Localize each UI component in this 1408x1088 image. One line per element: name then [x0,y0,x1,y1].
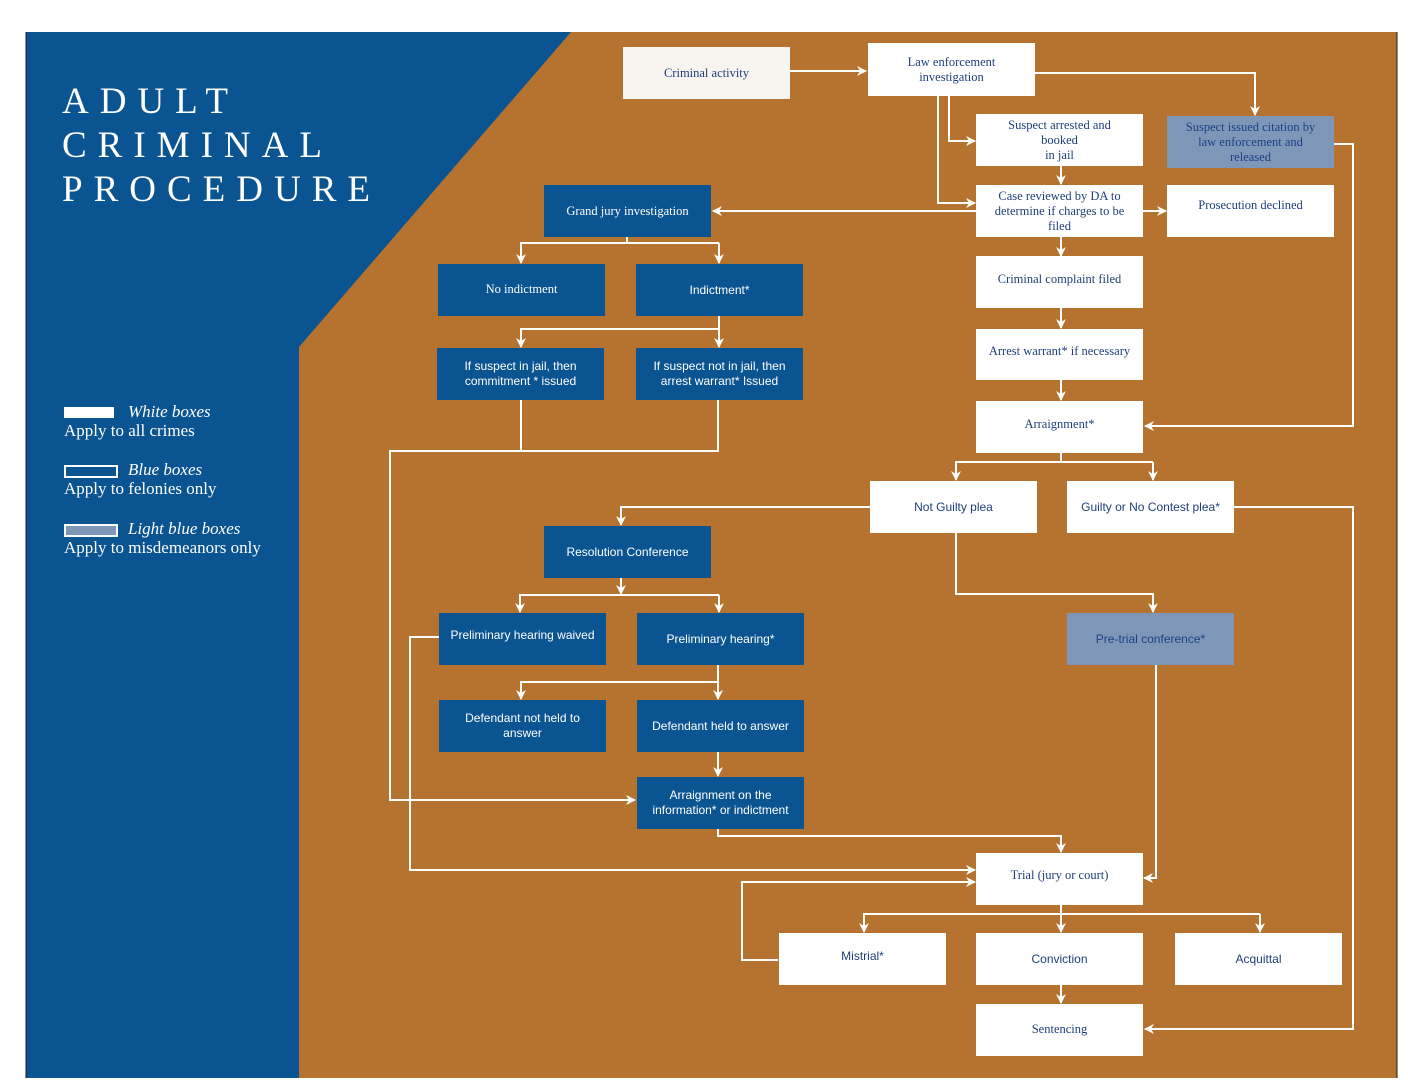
node-suspect-arrested[interactable]: Suspect arrested and booked in jail [976,114,1143,166]
node-indictment[interactable]: Indictment* [636,264,803,316]
node-label: Pre-trial conference* [1095,631,1206,646]
legend-swatch-light-blue [64,524,118,537]
node-label-line: Defendant not held to [465,711,580,725]
node-label: Arraignment* [1024,416,1095,431]
node-arraignment-information[interactable]: Arraignment on the information* or indict… [637,777,804,829]
node-label: Conviction [1031,951,1088,966]
node-label: Trial (jury or court) [1010,867,1109,882]
node-case-reviewed[interactable]: Case reviewed by DA to determine if charg… [976,185,1143,237]
node-criminal-activity[interactable]: Criminal activity [623,47,790,99]
node-label-line: investigation [919,69,984,84]
node-label: Not Guilty plea [914,499,993,514]
node-preliminary-hearing[interactable]: Preliminary hearing* [637,613,804,665]
node-label-line: information* or indictment [652,803,789,817]
node-label-line: Suspect arrested and [1008,117,1111,132]
node-label: Mistrial* [841,948,884,963]
node-not-guilty-plea[interactable]: Not Guilty plea [870,481,1037,533]
node-defendant-held[interactable]: Defendant held to answer [637,700,804,752]
node-law-enforcement-investigation[interactable]: Law enforcement investigation [868,43,1035,96]
node-mistrial[interactable]: Mistrial* [779,933,946,985]
node-label-line: Suspect issued citation by [1185,119,1316,134]
legend-description: Apply to misdemeanors only [64,538,261,557]
legend-swatch-white [64,407,114,418]
node-label-line: in jail [1045,147,1074,162]
node-label: Acquittal [1235,951,1282,966]
node-label-line: Law enforcement [907,54,996,69]
node-label-line: filed [1048,218,1071,233]
node-label-line: Case reviewed by DA to [998,188,1121,203]
node-no-indictment[interactable]: No indictment [438,264,605,316]
node-label: Prosecution declined [1198,197,1303,212]
node-criminal-complaint[interactable]: Criminal complaint filed [976,256,1143,308]
node-defendant-not-held[interactable]: Defendant not held to answer [439,700,606,752]
node-grand-jury[interactable]: Grand jury investigation [544,185,711,237]
node-arraignment[interactable]: Arraignment* [976,401,1143,453]
node-arrest-warrant-issued[interactable]: If suspect not in jail, then arrest warra… [636,348,803,400]
legend-swatch-blue [64,465,118,478]
node-label: Preliminary hearing* [666,631,775,646]
legend-description: Apply to all crimes [64,421,195,440]
node-label-line: arrest warrant* Issued [660,374,779,388]
node-label: Indictment* [689,282,750,297]
node-label: Criminal complaint filed [997,271,1122,286]
node-label: Preliminary hearing waived [450,627,595,642]
node-label: Sentencing [1031,1021,1088,1036]
node-label: Resolution Conference [566,544,689,559]
title-line-3: PROCEDURE [62,169,381,210]
node-label: Grand jury investigation [566,203,689,218]
node-label-line: answer [503,726,542,740]
node-resolution-conference[interactable]: Resolution Conference [544,526,711,578]
legend-name: Blue boxes [128,460,203,479]
legend-name: White boxes [128,402,211,421]
node-label: Arrest warrant* if necessary [988,344,1131,358]
node-label-line: law enforcement and [1198,134,1303,149]
node-prosecution-declined[interactable]: Prosecution declined [1167,185,1334,237]
node-label-line: If suspect in jail, then [464,359,577,373]
node-label: Defendant held to answer [652,718,789,733]
node-label-line: released [1230,149,1271,164]
node-label-line: booked [1041,132,1078,147]
node-suspect-citation[interactable]: Suspect issued citation by law enforcemen… [1167,116,1334,168]
node-conviction[interactable]: Conviction [976,933,1143,985]
node-sentencing[interactable]: Sentencing [976,1004,1143,1056]
node-trial[interactable]: Trial (jury or court) [976,853,1143,905]
legend-description: Apply to felonies only [64,479,217,498]
node-pretrial-conference[interactable]: Pre-trial conference* [1067,613,1234,665]
title-line-1: ADULT [62,81,239,122]
node-preliminary-hearing-waived[interactable]: Preliminary hearing waived [439,613,606,665]
node-acquittal[interactable]: Acquittal [1175,933,1342,985]
node-commitment-issued[interactable]: If suspect in jail, then commitment * iss… [437,348,604,400]
node-label: Criminal activity [663,65,750,80]
node-label-line: Arraignment on the [669,788,772,802]
node-label-line: If suspect not in jail, then [653,359,786,373]
legend-name: Light blue boxes [128,519,241,538]
page-title: ADULT CRIMINAL PROCEDURE [62,80,381,212]
node-label-line: determine if charges to be [994,203,1125,218]
node-label-line: commitment * issued [464,374,577,388]
node-label: Guilty or No Contest plea* [1081,499,1220,514]
node-guilty-plea[interactable]: Guilty or No Contest plea* [1067,481,1234,533]
node-label: No indictment [485,281,558,296]
title-line-2: CRIMINAL [62,125,333,166]
node-arrest-warrant[interactable]: Arrest warrant* if necessary [976,329,1143,380]
